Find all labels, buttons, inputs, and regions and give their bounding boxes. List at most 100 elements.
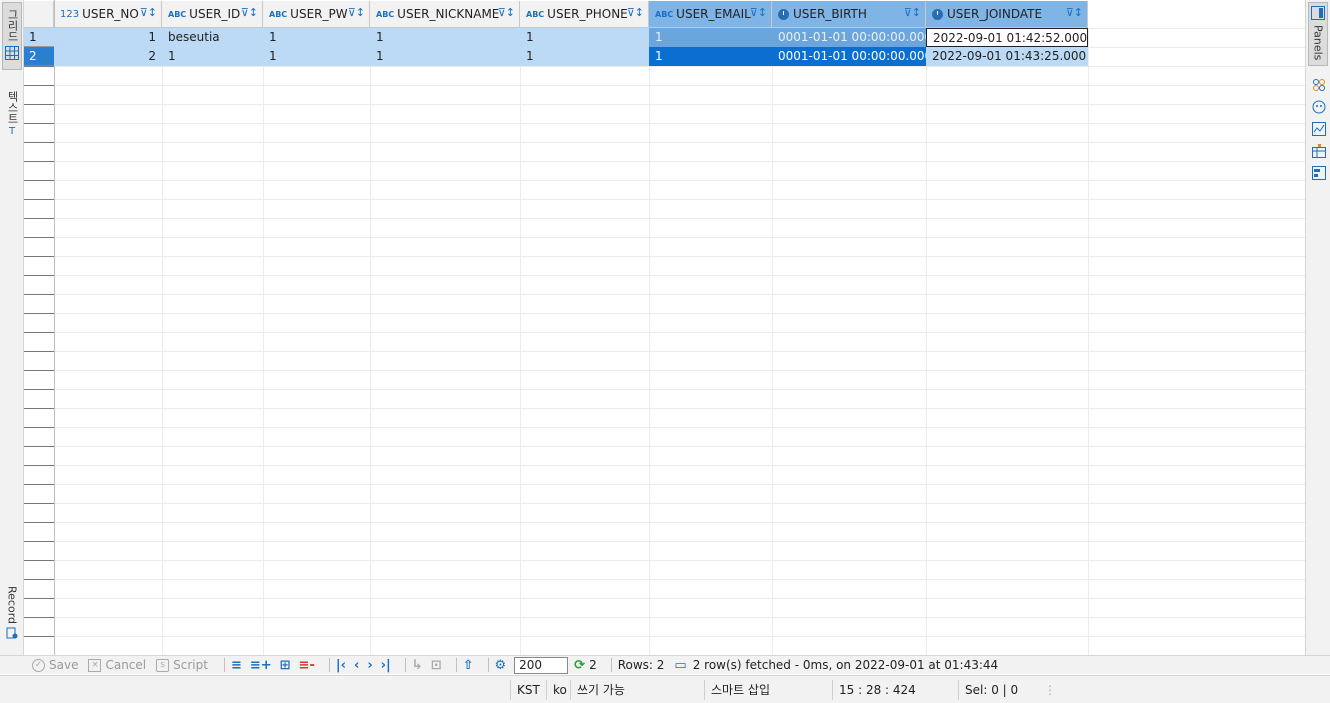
filter-sort-icon[interactable]: ⊽↕: [498, 6, 515, 19]
column-header-user-email[interactable]: ABC USER_EMAIL ⊽↕: [649, 1, 772, 28]
filter-sort-icon[interactable]: ⊽↕: [140, 6, 157, 19]
cancel-button[interactable]: × Cancel: [88, 658, 146, 672]
last-page-icon[interactable]: ›|: [381, 658, 391, 673]
row-number[interactable]: 1: [24, 28, 54, 47]
column-header-user-no[interactable]: 123 USER_NO ⊽↕: [54, 1, 162, 28]
column-header-user-joindate[interactable]: USER_JOINDATE ⊽↕: [926, 1, 1088, 28]
filter-sort-icon[interactable]: ⊽↕: [348, 6, 365, 19]
row-number-gutter-line: [24, 351, 54, 352]
cell-user-phone[interactable]: 1: [520, 47, 649, 66]
tab-record-label: Record: [5, 586, 19, 625]
refresh-icon[interactable]: ⟳: [574, 658, 585, 673]
metadata-icon[interactable]: [1312, 122, 1326, 136]
fetch-status: 2 row(s) fetched - 0ms, on 2022-09-01 at…: [692, 658, 999, 672]
tab-text[interactable]: 텍스트 T: [2, 84, 22, 144]
next-page-icon[interactable]: ›: [367, 658, 372, 673]
selection-info: Sel: 0 | 0: [958, 680, 1038, 700]
fetch-size-input[interactable]: 200: [514, 656, 569, 674]
cell-user-id[interactable]: 1: [162, 47, 263, 66]
write-mode-indicator: 쓰기 가능: [570, 680, 704, 700]
grid-row-line: [54, 617, 1305, 618]
edit-row-icon[interactable]: ≡: [231, 658, 242, 673]
view-icon[interactable]: ⊡: [431, 658, 442, 673]
column-name: USER_PHONE: [547, 7, 628, 21]
tab-grid[interactable]: 그리드: [2, 2, 22, 70]
column-header-user-birth[interactable]: USER_BIRTH ⊽↕: [772, 1, 926, 28]
cell-user-birth[interactable]: 0001-01-01 00:00:00.000: [772, 28, 926, 47]
string-type-icon: ABC: [376, 9, 395, 19]
script-button[interactable]: s Script: [156, 658, 208, 672]
row-number-gutter-line: [24, 522, 54, 523]
grid-row-line: [54, 541, 1305, 542]
row-number-gutter-line: [24, 294, 54, 295]
add-row-icon[interactable]: ≡+: [250, 658, 272, 673]
first-page-icon[interactable]: |‹: [336, 658, 346, 673]
cell-user-pw[interactable]: 1: [263, 28, 370, 47]
filter-sort-icon[interactable]: ⊽↕: [627, 6, 644, 19]
cell-user-id[interactable]: beseutia: [162, 28, 263, 47]
row-number-gutter-line: [24, 446, 54, 447]
row-number-gutter-line: [24, 484, 54, 485]
cell-user-email[interactable]: 1: [649, 28, 772, 47]
tab-panels[interactable]: Panels: [1308, 2, 1328, 66]
grid-column-line: [926, 28, 927, 655]
text-icon: T: [8, 126, 16, 137]
grid-row-line: [54, 313, 1305, 314]
tab-text-label: 텍스트: [6, 91, 19, 124]
filter-sort-icon[interactable]: ⊽↕: [1066, 6, 1083, 19]
filter-sort-icon[interactable]: ⊽↕: [241, 6, 258, 19]
toolbar-divider: [487, 658, 489, 672]
grid-row-line: [54, 351, 1305, 352]
value-viewer-icon[interactable]: [1312, 100, 1326, 114]
cell-user-nickname[interactable]: 1: [370, 28, 520, 47]
grid-row-line: [54, 237, 1305, 238]
result-grid[interactable]: 123 USER_NO ⊽↕ ABC USER_ID ⊽↕ ABC USER_P…: [24, 0, 1305, 655]
column-header-user-nickname[interactable]: ABC USER_NICKNAME ⊽↕: [370, 1, 520, 28]
script-icon: s: [156, 658, 170, 672]
cell-user-no[interactable]: 2: [54, 47, 162, 66]
tab-grid-label: 그리드: [6, 9, 19, 42]
column-header-user-phone[interactable]: ABC USER_PHONE ⊽↕: [520, 1, 649, 28]
cell-user-email[interactable]: 1: [649, 47, 772, 66]
cell-user-joindate[interactable]: 2022-09-01 01:42:52.000: [926, 28, 1088, 47]
grid-icon: [5, 46, 19, 63]
cell-user-no[interactable]: 1: [54, 28, 162, 47]
right-panel-bar: Panels: [1305, 0, 1330, 671]
save-button[interactable]: ✓ Save: [32, 658, 78, 672]
cell-user-phone[interactable]: 1: [520, 28, 649, 47]
grid-row-line: [54, 560, 1305, 561]
grouping-icon[interactable]: [1312, 78, 1326, 92]
grid-row-line: [54, 465, 1305, 466]
export-icon[interactable]: ⇧: [463, 658, 474, 673]
copy-row-icon[interactable]: ⊞: [280, 658, 291, 673]
close-icon: ×: [88, 658, 102, 672]
grid-column-line: [772, 28, 773, 655]
string-type-icon: ABC: [655, 9, 674, 19]
previous-page-icon[interactable]: ‹: [354, 658, 359, 673]
row-number-gutter-line: [24, 465, 54, 466]
corner-header[interactable]: [24, 1, 54, 28]
row-number[interactable]: 2: [24, 47, 54, 66]
gear-icon[interactable]: ⚙: [495, 658, 507, 673]
column-header-user-id[interactable]: ABC USER_ID ⊽↕: [162, 1, 263, 28]
grid-row-line: [54, 161, 1305, 162]
row-number-gutter-line: [24, 104, 54, 105]
tab-record[interactable]: Record: [2, 585, 22, 643]
resize-grip-icon[interactable]: ⋮: [1038, 680, 1058, 700]
grid-row-line: [54, 142, 1305, 143]
filter-sort-icon[interactable]: ⊽↕: [904, 6, 921, 19]
grid-row-line: [54, 598, 1305, 599]
cell-user-joindate[interactable]: 2022-09-01 01:43:25.000: [926, 47, 1088, 66]
cell-user-nickname[interactable]: 1: [370, 47, 520, 66]
filter-sort-icon[interactable]: ⊽↕: [750, 6, 767, 19]
cell-user-birth[interactable]: 0001-01-01 00:00:00.000: [772, 47, 926, 66]
string-type-icon: ABC: [526, 9, 545, 19]
grid-row-line: [54, 199, 1305, 200]
column-header-user-pw[interactable]: ABC USER_PW ⊽↕: [263, 1, 370, 28]
navigate-icon[interactable]: ↳: [412, 658, 423, 673]
delete-row-icon[interactable]: ≡-: [299, 658, 315, 673]
row-number-gutter-line: [24, 256, 54, 257]
cell-user-pw[interactable]: 1: [263, 47, 370, 66]
calc-icon[interactable]: [1312, 144, 1326, 158]
references-icon[interactable]: [1312, 166, 1326, 180]
